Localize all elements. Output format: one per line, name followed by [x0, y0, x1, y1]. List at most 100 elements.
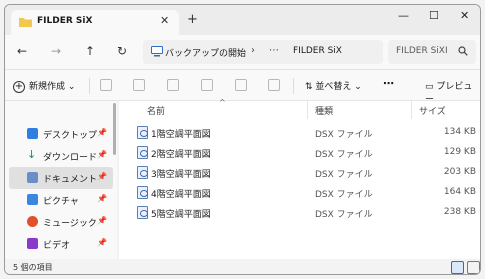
breadcrumb-overflow[interactable]: ⋯ — [269, 45, 279, 56]
pin-icon[interactable]: 📌 — [97, 128, 107, 137]
new-tab-icon[interactable]: + — [187, 12, 198, 27]
tab-filder-six[interactable]: FILDER SiX ✕ — [11, 10, 179, 35]
dsx-file-icon — [137, 166, 148, 179]
column-divider[interactable] — [411, 101, 412, 119]
column-header-size[interactable]: サイズ — [419, 104, 446, 117]
sidebar-item-videos[interactable]: ビデオ 📌 — [5, 233, 117, 255]
back-arrow-icon[interactable]: ← — [17, 44, 27, 58]
sort-button[interactable]: ⇅ 並べ替え ⌄ — [305, 79, 362, 92]
pin-icon[interactable]: 📌 — [97, 238, 107, 247]
table-row[interactable]: 5階空調平面図 DSX ファイル 238 KB — [119, 203, 480, 223]
paste-icon[interactable] — [167, 79, 179, 91]
pictures-icon — [27, 194, 38, 205]
minimize-icon[interactable]: — — [398, 9, 409, 22]
sidebar-item-documents[interactable]: ドキュメント 📌 — [9, 167, 113, 189]
divider — [293, 78, 294, 94]
sidebar-item-label: ダウンロード — [43, 153, 98, 163]
file-name: 4階空調平面図 — [151, 190, 211, 200]
details-view-icon[interactable] — [451, 261, 464, 274]
search-input[interactable]: FILDER SiXI — [388, 40, 476, 64]
file-size: 164 KB — [443, 187, 476, 197]
sort-icon: ⇅ — [305, 82, 316, 92]
tab-title: FILDER SiX — [37, 16, 93, 26]
window-close-icon[interactable]: ✕ — [460, 9, 469, 22]
file-explorer-window: FILDER SiX ✕ + — ☐ ✕ ← → ↑ ↻ バックアップの開始 ›… — [4, 4, 481, 275]
cut-icon[interactable] — [100, 79, 112, 91]
file-name: 5階空調平面図 — [151, 210, 211, 220]
dsx-file-icon — [137, 146, 148, 159]
sidebar-item-downloads[interactable]: ↓ ダウンロード 📌 — [5, 145, 117, 167]
column-header-name[interactable]: 名前 — [147, 104, 165, 117]
file-name: 1階空調平面図 — [151, 130, 211, 140]
new-button-label: 新規作成 — [29, 82, 66, 92]
chevron-down-icon: ⌄ — [351, 82, 362, 92]
search-placeholder: FILDER SiXI — [396, 46, 448, 56]
dsx-file-icon — [137, 186, 148, 199]
file-type: DSX ファイル — [315, 130, 373, 140]
new-button[interactable]: + 新規作成 ⌄ — [13, 79, 75, 93]
sidebar-item-label: ドキュメント — [43, 175, 98, 185]
divider — [89, 78, 90, 94]
sidebar-item-desktop[interactable]: デスクトップ 📌 — [5, 123, 117, 145]
preview-pane-icon: ▭ — [425, 82, 437, 92]
chevron-down-icon: ⌄ — [65, 82, 76, 92]
sidebar-item-label: ピクチャ — [43, 197, 79, 207]
up-arrow-icon[interactable]: ↑ — [85, 44, 95, 58]
table-row[interactable]: 3階空調平面図 DSX ファイル 203 KB — [119, 163, 480, 183]
file-size: 203 KB — [443, 167, 476, 177]
pin-icon[interactable]: 📌 — [97, 216, 107, 225]
music-icon — [27, 216, 38, 227]
file-size: 129 KB — [443, 147, 476, 157]
tiles-view-icon[interactable] — [467, 261, 480, 274]
pin-icon[interactable]: 📌 — [97, 150, 107, 159]
file-size: 134 KB — [443, 127, 476, 137]
breadcrumb-root[interactable]: バックアップの開始 — [165, 46, 246, 59]
file-type: DSX ファイル — [315, 170, 373, 180]
search-icon — [458, 46, 468, 56]
navigation-pane: デスクトップ 📌 ↓ ダウンロード 📌 ドキュメント 📌 ピクチャ 📌 ミュージ… — [5, 101, 117, 259]
file-size: 238 KB — [443, 207, 476, 217]
address-bar[interactable]: バックアップの開始 › ⋯ FILDER SiX — [143, 40, 383, 64]
copy-icon[interactable] — [133, 79, 145, 91]
file-type: DSX ファイル — [315, 210, 373, 220]
file-name: 3階空調平面図 — [151, 170, 211, 180]
item-count: 5 個の項目 — [13, 263, 53, 272]
breadcrumb-current[interactable]: FILDER SiX — [293, 46, 342, 56]
pc-icon — [151, 46, 163, 57]
navigation-bar: ← → ↑ ↻ バックアップの開始 › ⋯ FILDER SiX FILDER … — [5, 35, 480, 69]
sidebar-item-label: ミュージック — [43, 219, 97, 229]
table-row[interactable]: 4階空調平面図 DSX ファイル 164 KB — [119, 183, 480, 203]
sort-caret-icon: ^ — [219, 98, 226, 107]
delete-icon[interactable] — [268, 79, 280, 91]
sidebar-item-label: ビデオ — [43, 241, 71, 251]
pin-icon[interactable]: 📌 — [97, 194, 107, 203]
sort-button-label: 並べ替え — [315, 82, 352, 92]
status-bar: 5 個の項目 — [5, 259, 480, 274]
column-divider[interactable] — [307, 101, 308, 119]
dsx-file-icon — [137, 126, 148, 139]
desktop-icon — [27, 128, 38, 139]
download-icon: ↓ — [27, 148, 37, 161]
more-options-icon[interactable]: ⋯ — [383, 77, 394, 90]
refresh-icon[interactable]: ↻ — [117, 44, 127, 58]
sidebar-item-music[interactable]: ミュージック 📌 — [5, 211, 117, 233]
column-header-type[interactable]: 種類 — [315, 104, 333, 117]
documents-icon — [27, 172, 38, 183]
pin-icon[interactable]: 📌 — [97, 172, 107, 181]
tab-close-icon[interactable]: ✕ — [160, 14, 169, 27]
table-row[interactable]: 1階空調平面図 DSX ファイル 134 KB — [119, 123, 480, 143]
sidebar-item-label: デスクトップ — [43, 131, 98, 141]
file-name: 2階空調平面図 — [151, 150, 211, 160]
title-bar: FILDER SiX ✕ + — ☐ ✕ — [5, 5, 480, 35]
file-type: DSX ファイル — [315, 150, 373, 160]
video-icon — [27, 238, 38, 249]
breadcrumb-chevron-icon[interactable]: › — [251, 45, 255, 56]
share-icon[interactable] — [235, 79, 247, 91]
plus-icon: + — [13, 81, 25, 93]
maximize-icon[interactable]: ☐ — [429, 9, 439, 22]
sidebar-scrollbar[interactable] — [113, 103, 116, 155]
forward-arrow-icon[interactable]: → — [51, 44, 61, 58]
table-row[interactable]: 2階空調平面図 DSX ファイル 129 KB — [119, 143, 480, 163]
sidebar-item-pictures[interactable]: ピクチャ 📌 — [5, 189, 117, 211]
rename-icon[interactable] — [201, 79, 213, 91]
